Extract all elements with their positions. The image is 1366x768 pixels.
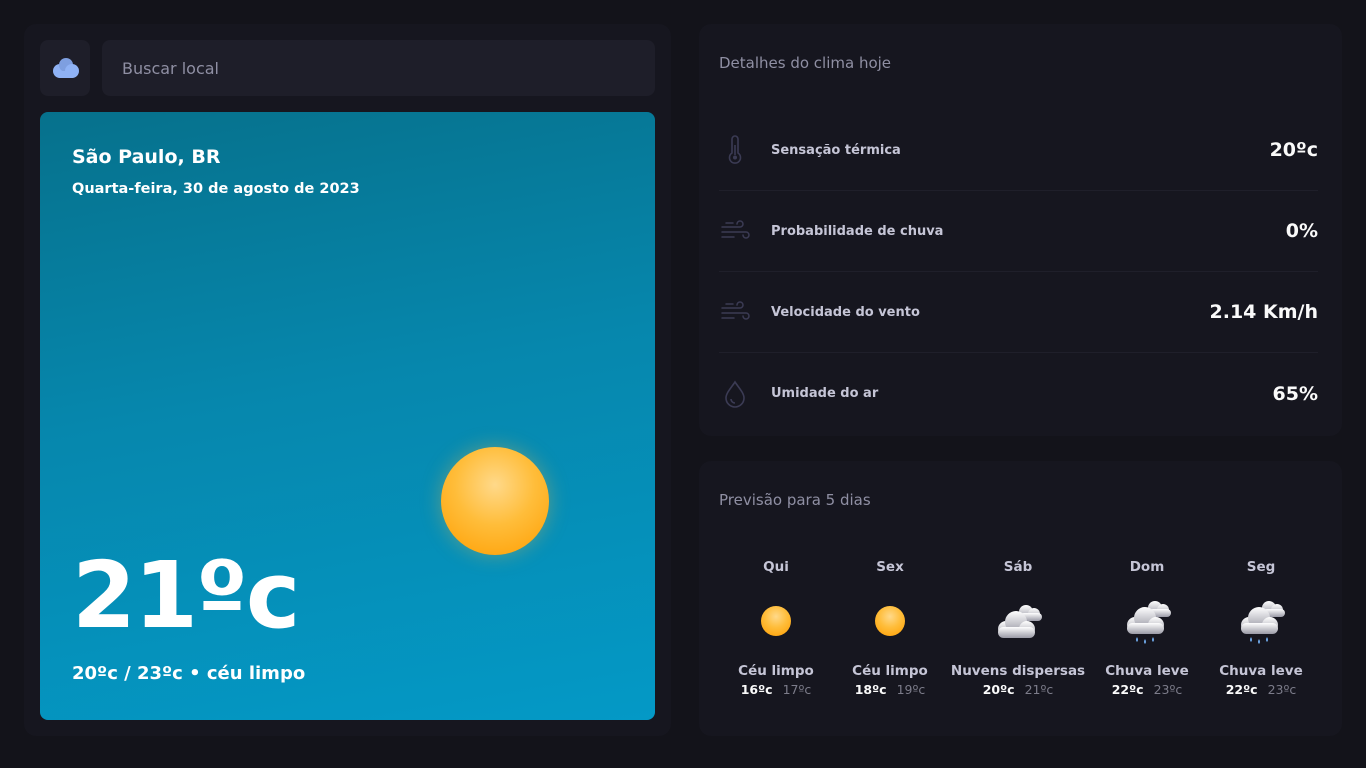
detail-label: Probabilidade de chuva <box>771 223 944 239</box>
day-min-temp: 22ºc <box>1111 682 1144 697</box>
day-min-temp: 22ºc <box>1225 682 1258 697</box>
search-input[interactable] <box>122 58 655 78</box>
thermometer-icon <box>719 134 751 166</box>
day-max-temp: 19ºc <box>896 682 926 697</box>
sun-icon <box>761 587 791 655</box>
day-temperatures: 18ºc 19ºc <box>855 682 926 697</box>
detail-row-humidity: Umidade do ar 65% <box>719 353 1318 434</box>
day-min-temp: 16ºc <box>740 682 773 697</box>
wind-icon <box>719 215 751 247</box>
detail-value: 0% <box>1285 220 1318 242</box>
forecast-title: Previsão para 5 dias <box>719 491 871 509</box>
detail-row-rain: Probabilidade de chuva 0% <box>719 191 1318 272</box>
day-temperatures: 20ºc 21ºc <box>983 682 1054 697</box>
rain-cloud-icon <box>1233 587 1289 655</box>
day-min-temp: 18ºc <box>854 682 887 697</box>
city-name: São Paulo, BR <box>72 146 221 168</box>
drop-icon <box>719 378 751 410</box>
sun-icon <box>441 447 549 555</box>
day-temperatures: 22ºc 23ºc <box>1112 682 1183 697</box>
forecast-day: Seg Chuva leve 22ºc 23ºc <box>1191 559 1331 699</box>
detail-row-wind: Velocidade do vento 2.14 Km/h <box>719 272 1318 353</box>
rain-cloud-icon <box>1119 587 1175 655</box>
day-max-temp: 23ºc <box>1153 682 1183 697</box>
temperature-summary: 20ºc / 23ºc • céu limpo <box>72 663 306 684</box>
day-name: Seg <box>1246 559 1276 575</box>
detail-label: Sensação térmica <box>771 142 901 158</box>
day-description: Chuva leve <box>1219 663 1303 679</box>
forecast-day: Sex Céu limpo 18ºc 19ºc <box>820 559 960 699</box>
weather-details-panel: Detalhes do clima hoje Sensação térmica … <box>699 24 1342 436</box>
day-name: Dom <box>1129 559 1165 575</box>
day-temperatures: 22ºc 23ºc <box>1226 682 1297 697</box>
current-temperature: 21ºc <box>72 542 300 649</box>
day-description: Céu limpo <box>738 663 814 679</box>
detail-value: 65% <box>1272 382 1318 405</box>
detail-row-thermal: Sensação térmica 20ºc <box>719 110 1318 191</box>
day-description: Céu limpo <box>852 663 928 679</box>
day-name: Qui <box>763 559 789 575</box>
app-logo[interactable] <box>40 40 90 96</box>
day-min-temp: 20ºc <box>982 682 1015 697</box>
sun-icon <box>875 587 905 655</box>
forecast-panel: Previsão para 5 dias Qui Céu limpo 16ºc 1… <box>699 461 1342 736</box>
current-weather-card: São Paulo, BR Quarta-feira, 30 de agosto… <box>40 112 655 720</box>
day-max-temp: 23ºc <box>1267 682 1297 697</box>
current-date: Quarta-feira, 30 de agosto de 2023 <box>72 181 360 197</box>
detail-label: Umidade do ar <box>771 386 879 401</box>
cloud-icon <box>990 587 1046 655</box>
detail-label: Velocidade do vento <box>771 304 920 320</box>
day-description: Nuvens dispersas <box>950 663 1086 679</box>
detail-value: 2.14 Km/h <box>1209 301 1318 323</box>
day-max-temp: 17ºc <box>782 682 812 697</box>
day-description: Chuva leve <box>1105 663 1189 679</box>
cloud-logo-icon <box>53 58 79 78</box>
day-name: Sex <box>876 559 904 575</box>
day-temperatures: 16ºc 17ºc <box>741 682 812 697</box>
day-name: Sáb <box>1003 559 1033 575</box>
forecast-day: Sáb Nuvens dispersas 20ºc 21ºc <box>948 559 1088 699</box>
wind-icon <box>719 296 751 328</box>
day-max-temp: 21ºc <box>1024 682 1054 697</box>
search-bar[interactable] <box>102 40 655 96</box>
details-title: Detalhes do clima hoje <box>719 54 892 72</box>
detail-value: 20ºc <box>1269 139 1318 161</box>
